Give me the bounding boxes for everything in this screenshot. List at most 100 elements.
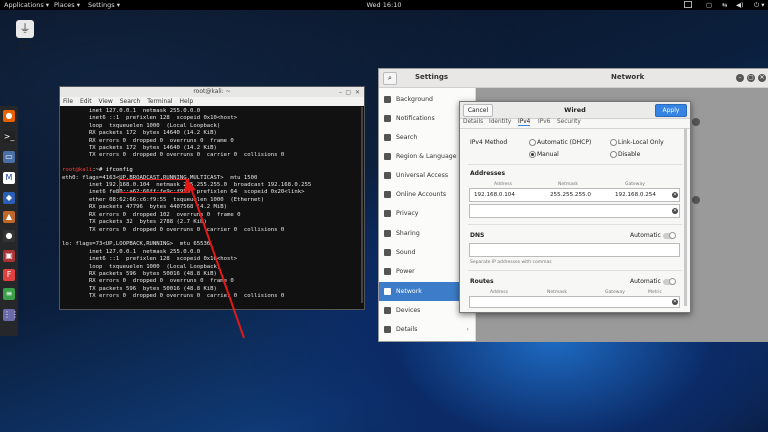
maximize-icon[interactable]: ▢ (747, 74, 755, 82)
col-address: Address (494, 182, 512, 187)
minimize-icon[interactable]: – (339, 88, 342, 98)
method-disable-label: Disable (618, 151, 641, 158)
settings-title: Settings (415, 73, 449, 81)
workspace-icon[interactable] (684, 1, 692, 8)
maltego-icon[interactable]: F (3, 269, 15, 281)
wired-dialog[interactable]: Cancel Wired Apply Details Identity IPv4… (459, 101, 691, 313)
radio-manual[interactable] (529, 151, 536, 158)
netmask-field[interactable]: 255.255.255.0 (550, 189, 591, 201)
settings-button[interactable] (692, 118, 700, 126)
sound-icon (384, 249, 391, 256)
command-line: :~# ifconfig (92, 167, 133, 174)
show-apps-icon[interactable]: ⋮⋮ (3, 309, 19, 321)
kali-live-label: Kali Live (19, 40, 31, 52)
metasploit-icon[interactable]: M (3, 172, 15, 184)
routes-label: Routes (470, 278, 494, 285)
radio-disable[interactable] (610, 151, 617, 158)
volume-icon[interactable]: ◀) (736, 1, 744, 9)
kali-live-desktop-icon[interactable]: ⏚ Kali Live (14, 20, 36, 52)
delete-icon[interactable]: ✕ (672, 299, 678, 305)
highlight-box (119, 179, 189, 193)
terminal-scrollbar[interactable] (361, 107, 363, 303)
beef-icon[interactable]: ● (3, 230, 15, 242)
routes-col-gateway: Gateway (605, 290, 625, 295)
panel-title: Network (611, 73, 645, 81)
notifications-icon (384, 115, 391, 122)
method-dhcp-label: Automatic (DHCP) (537, 139, 592, 146)
prompt-user: root@kali (62, 167, 93, 174)
tab-identity[interactable]: Identity (489, 119, 511, 125)
dns-automatic-toggle[interactable] (663, 232, 676, 239)
firefox-icon[interactable]: ● (3, 110, 15, 122)
apply-button[interactable]: Apply (655, 104, 687, 117)
maximize-icon[interactable]: ▢ (345, 88, 351, 98)
divider (468, 164, 682, 165)
menu-view[interactable]: View (99, 98, 113, 105)
dns-input[interactable] (469, 243, 680, 257)
delete-icon[interactable]: ✕ (672, 192, 678, 198)
divider (468, 224, 682, 225)
routes-col-netmask: Netmask (547, 290, 567, 295)
gateway-field[interactable]: 192.168.0.254 (615, 189, 656, 201)
burpsuite-icon[interactable]: ▲ (3, 211, 15, 223)
col-netmask: Netmask (558, 182, 578, 187)
menu-help[interactable]: Help (180, 98, 194, 105)
col-gateway: Gateway (625, 182, 645, 187)
terminal-titlebar[interactable]: root@kali: ~ – ▢ ✕ (60, 87, 364, 97)
tab-details[interactable]: Details (463, 119, 483, 125)
terminal-icon[interactable]: >_ (3, 131, 15, 143)
menu-edit[interactable]: Edit (80, 98, 92, 105)
screen-icon[interactable]: ▢ (706, 1, 712, 9)
route-row[interactable]: ✕ (469, 296, 680, 308)
power-icon (384, 268, 391, 275)
terminal-menubar: File Edit View Search Terminal Help (60, 97, 364, 106)
accessibility-icon (384, 172, 391, 179)
routes-automatic-label: Automatic (630, 278, 661, 285)
address-row: 192.168.0.104 255.255.255.0 192.168.0.25… (469, 188, 680, 202)
dialog-tabs: Details Identity IPv4 IPv6 Security (460, 119, 690, 129)
radio-dhcp[interactable] (529, 139, 536, 146)
menu-terminal[interactable]: Terminal (147, 98, 172, 105)
network-icon (384, 288, 391, 295)
terminal-output[interactable]: inet 127.0.0.1 netmask 255.0.0.0 inet6 :… (60, 106, 364, 303)
close-icon[interactable]: ✕ (758, 74, 766, 82)
search-icon (384, 134, 391, 141)
settings-headerbar[interactable]: ⌕ Settings Network – ▢ ✕ (379, 69, 768, 88)
terminal-title: root@kali: ~ (193, 88, 231, 95)
chevron-right-icon: › (466, 326, 469, 333)
power-icon[interactable]: ⏻ ▾ (754, 1, 764, 10)
region-icon (384, 153, 391, 160)
ipv4-method-label: IPv4 Method (470, 139, 508, 146)
method-link-local-label: Link-Local Only (618, 139, 664, 146)
empty-address-row[interactable]: ✕ (469, 204, 680, 218)
files-icon[interactable]: ▭ (3, 151, 15, 163)
divider (468, 270, 682, 271)
search-icon[interactable]: ⌕ (383, 72, 397, 85)
tab-ipv6[interactable]: IPv6 (538, 119, 550, 125)
menu-search[interactable]: Search (120, 98, 141, 105)
minimize-icon[interactable]: – (736, 74, 744, 82)
usb-drive-icon: ⏚ (16, 20, 34, 38)
tab-security[interactable]: Security (557, 119, 581, 125)
notes-icon[interactable]: ≡ (3, 288, 15, 300)
dialog-header: Cancel Wired Apply (460, 102, 690, 119)
radio-link-local[interactable] (610, 139, 617, 146)
network-icon[interactable]: ⇆ (722, 1, 727, 9)
armitage-icon[interactable]: ◆ (3, 192, 15, 204)
menu-file[interactable]: File (63, 98, 73, 105)
dialog-scrollbar[interactable] (684, 128, 687, 306)
sidebar-item-details[interactable]: Details › (379, 320, 475, 339)
settings-button[interactable] (692, 196, 700, 204)
close-icon[interactable]: ✕ (355, 88, 360, 98)
routes-col-address: Address (490, 290, 508, 295)
top-panel: Applications ▾ Places ▾ Settings ▾ Wed 1… (0, 0, 768, 10)
address-field[interactable]: 192.168.0.104 (474, 189, 515, 201)
routes-automatic-toggle[interactable] (663, 278, 676, 285)
dock: ● >_ ▭ M ◆ ▲ ● ▣ F ≡ ⋮⋮ (0, 106, 19, 336)
tab-ipv4[interactable]: IPv4 (518, 119, 531, 126)
details-icon (384, 326, 391, 333)
delete-icon[interactable]: ✕ (672, 208, 678, 214)
clock[interactable]: Wed 16:10 (0, 1, 768, 9)
terminal-window[interactable]: root@kali: ~ – ▢ ✕ File Edit View Search… (59, 86, 365, 310)
faraday-icon[interactable]: ▣ (3, 250, 15, 262)
